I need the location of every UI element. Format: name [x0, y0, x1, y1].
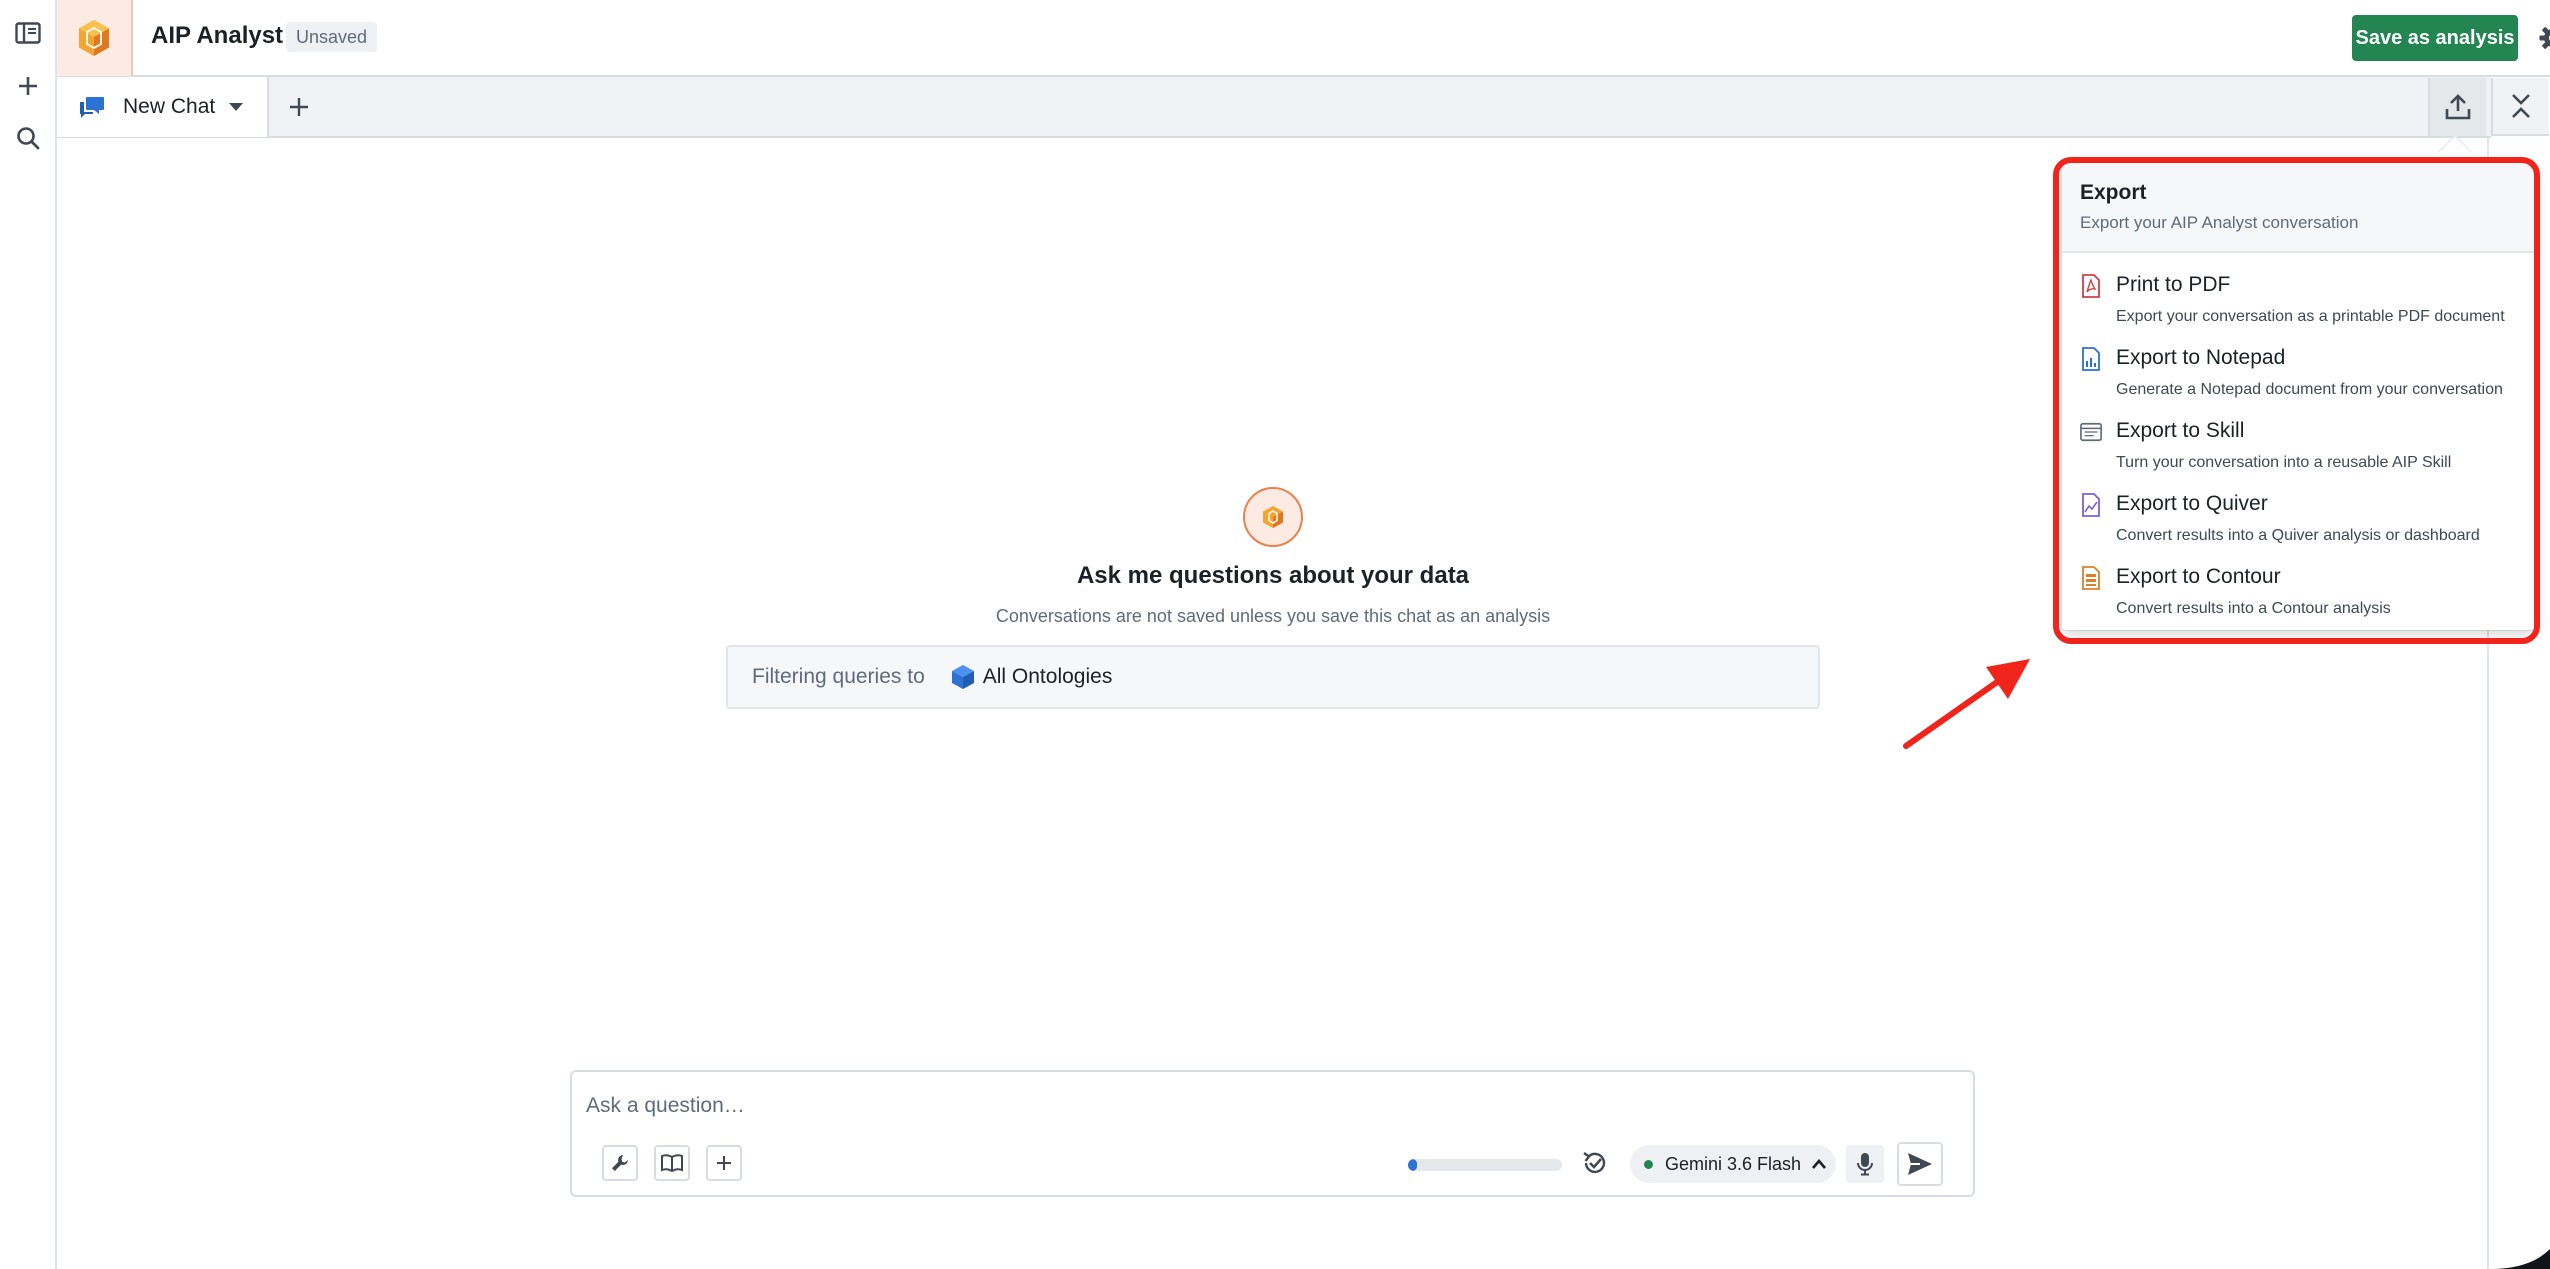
export-popover-header: Export Export your AIP Analyst conversat…: [2062, 163, 2536, 253]
menu-item-export-to-quiver[interactable]: Export to Quiver Convert results into a …: [2062, 482, 2536, 555]
new-plus-icon[interactable]: [10, 68, 46, 104]
menu-item-label: Export to Quiver: [2116, 492, 2268, 515]
upload-icon: [2445, 94, 2471, 120]
annotation-arrow-icon: [1903, 659, 2030, 749]
left-rail: [0, 0, 57, 1269]
tab-label: New Chat: [123, 95, 216, 118]
menu-item-export-to-skill[interactable]: Export to Skill Turn your conversation i…: [2062, 409, 2536, 482]
model-selector[interactable]: Gemini 3.6 Flash: [1630, 1145, 1836, 1183]
history-check-icon: [1583, 1152, 1606, 1174]
menu-item-description: Generate a Notepad document from your co…: [2116, 381, 2503, 398]
tab-new-chat[interactable]: New Chat: [57, 77, 269, 137]
hexagon-logo-icon: [79, 20, 109, 56]
microphone-button[interactable]: [1846, 1145, 1884, 1183]
context-usage-fill: [1408, 1159, 1418, 1171]
menu-item-print-to-pdf[interactable]: Print to PDF Export your conversation as…: [2062, 263, 2536, 336]
panel-toggle-icon[interactable]: [10, 15, 46, 51]
gear-icon[interactable]: [2535, 20, 2550, 56]
send-icon: [1908, 1153, 1932, 1175]
chat-composer: Gemini 3.6 Flash: [570, 1070, 1975, 1197]
model-status-dot: [1644, 1159, 1653, 1169]
app-header: AIP Analyst Unsaved Save as analysis: [57, 0, 2550, 77]
ontology-filter-bar: Filtering queries to All Ontologies: [726, 645, 1820, 709]
collapse-button[interactable]: [2491, 78, 2549, 136]
menu-item-export-to-contour[interactable]: Export to Contour Convert results into a…: [2062, 555, 2536, 628]
attach-plus-button[interactable]: [706, 1145, 742, 1181]
quiver-icon: [2080, 492, 2102, 518]
menu-item-description: Export your conversation as a printable …: [2116, 308, 2505, 325]
tools-button[interactable]: [602, 1145, 638, 1181]
model-label: Gemini 3.6 Flash: [1665, 1153, 1802, 1174]
export-popover-subtitle: Export your AIP Analyst conversation: [2080, 213, 2359, 232]
hexagon-logo-icon: [1263, 506, 1283, 528]
plus-icon: [717, 1156, 731, 1170]
context-usage-bar: [1408, 1159, 1562, 1171]
menu-item-description: Turn your conversation into a reusable A…: [2116, 454, 2452, 471]
menu-item-label: Export to Skill: [2116, 419, 2245, 442]
window-corner-shape: [2490, 1249, 2550, 1269]
save-as-analysis-button[interactable]: Save as analysis: [2352, 15, 2518, 61]
question-input[interactable]: [586, 1086, 1956, 1126]
open-book-icon: [661, 1154, 683, 1172]
chat-bubbles-icon: [80, 97, 104, 118]
export-popover-title: Export: [2080, 181, 2147, 204]
menu-item-description: Convert results into a Contour analysis: [2116, 600, 2391, 617]
contour-icon: [2080, 565, 2102, 591]
pdf-icon: [2080, 273, 2102, 299]
menu-item-description: Convert results into a Quiver analysis o…: [2116, 527, 2480, 544]
empty-state-title: Ask me questions about your data: [1076, 562, 1470, 589]
app-logo: [57, 0, 133, 76]
history-check-button[interactable]: [1577, 1145, 1613, 1181]
export-popover: Export Export your AIP Analyst conversat…: [2062, 163, 2536, 630]
assistant-avatar: [1243, 487, 1303, 547]
menu-item-label: Export to Notepad: [2116, 346, 2286, 369]
chevron-up-icon: [1812, 1159, 1827, 1169]
collapse-icon: [2512, 94, 2530, 118]
menu-item-label: Print to PDF: [2116, 273, 2231, 296]
app-title: AIP Analyst: [151, 22, 284, 49]
wrench-icon: [612, 1155, 628, 1171]
filter-label: Filtering queries to: [752, 665, 925, 688]
ontology-label: All Ontologies: [982, 665, 1113, 688]
chevron-down-icon[interactable]: [229, 103, 243, 111]
search-icon[interactable]: [10, 120, 46, 156]
send-button[interactable]: [1897, 1142, 1943, 1186]
library-button[interactable]: [654, 1145, 690, 1181]
skill-icon: [2080, 419, 2102, 445]
chat-tab-bar: New Chat: [57, 77, 2491, 138]
cube-icon: [951, 665, 974, 689]
menu-item-label: Export to Contour: [2116, 565, 2281, 588]
notepad-icon: [2080, 346, 2102, 372]
add-tab-plus-icon[interactable]: [281, 89, 317, 125]
ontology-selector[interactable]: All Ontologies: [951, 664, 1113, 690]
export-button[interactable]: [2428, 78, 2486, 136]
status-badge: Unsaved: [286, 22, 378, 52]
microphone-icon: [1857, 1153, 1873, 1176]
menu-item-export-to-notepad[interactable]: Export to Notepad Generate a Notepad doc…: [2062, 336, 2536, 409]
empty-state-subtitle: Conversations are not saved unless you s…: [995, 606, 1551, 626]
